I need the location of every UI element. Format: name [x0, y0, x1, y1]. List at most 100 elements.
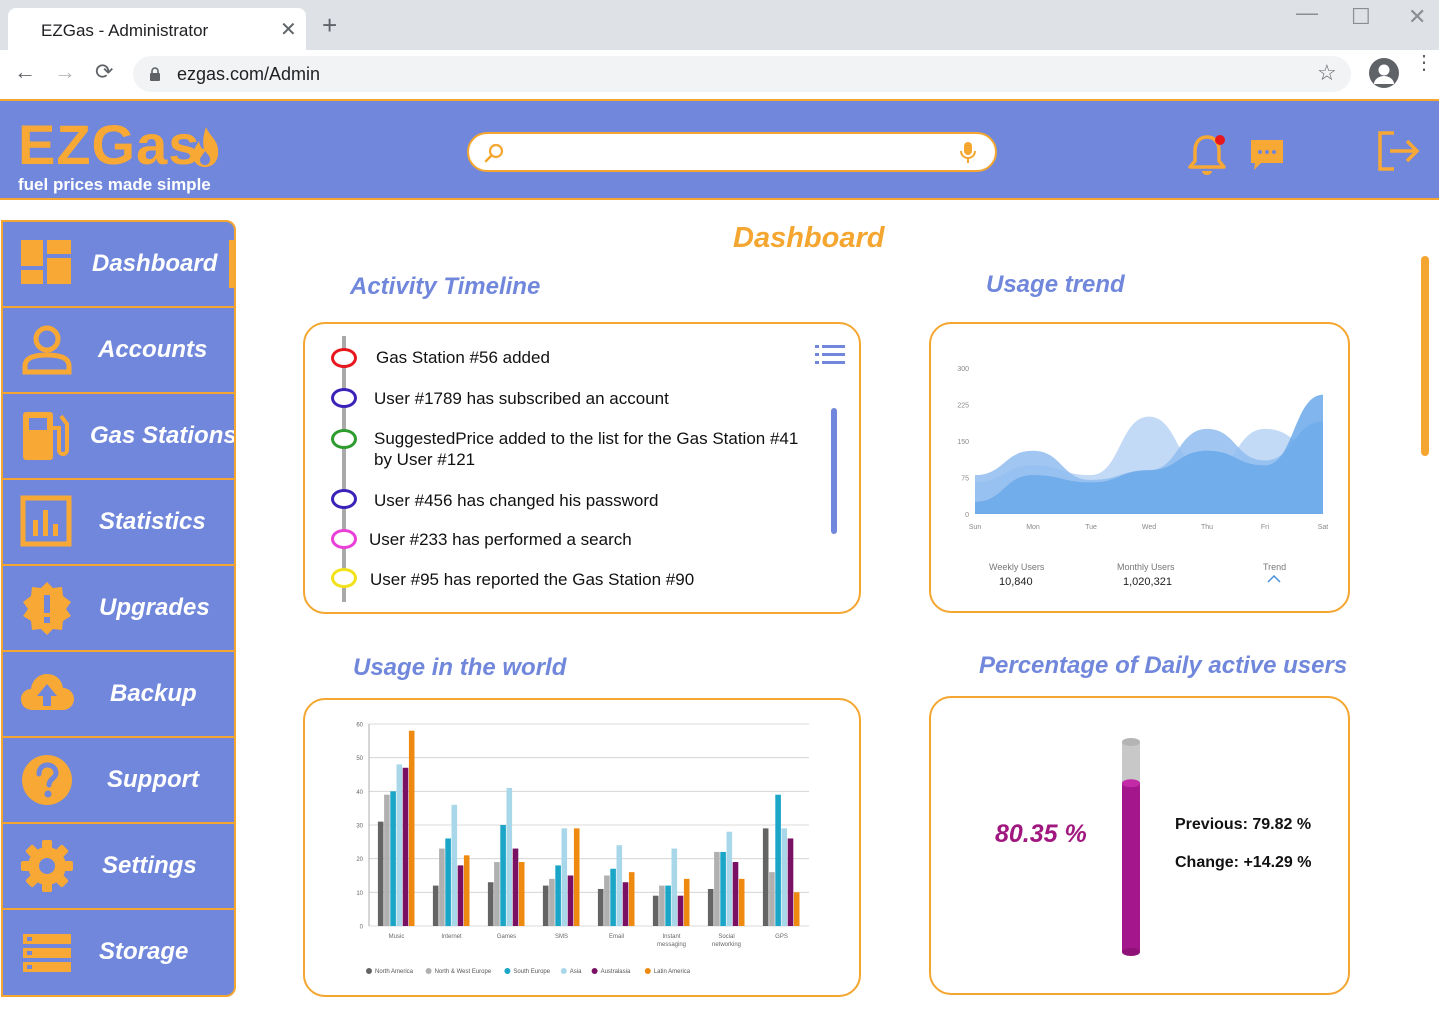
tab-close-icon[interactable]: ✕ — [280, 17, 297, 42]
page-title: Dashboard — [733, 222, 885, 254]
page-scrollbar[interactable] — [1421, 256, 1429, 456]
reload-icon[interactable]: ⟳ — [95, 60, 113, 84]
timeline-dot — [331, 529, 357, 549]
list-menu-icon[interactable] — [815, 344, 845, 366]
active-indicator — [229, 240, 234, 288]
bar — [769, 872, 775, 926]
forward-icon[interactable]: → — [54, 60, 76, 84]
bar — [408, 730, 415, 926]
timeline-dot — [331, 388, 357, 408]
bar — [707, 888, 714, 926]
browser-chrome: EZGas - Administrator ✕ + — ☐ ✕ ← → ⟳ ez… — [0, 0, 1439, 97]
legend-swatch — [366, 968, 372, 974]
dau-change: Change: +14.29 % — [1175, 854, 1312, 871]
legend-swatch — [560, 968, 567, 974]
legend-label: Asia — [570, 969, 582, 975]
sidebar-item-statistics[interactable]: Statistics — [3, 480, 234, 566]
bar — [665, 885, 671, 926]
activity-timeline-card: Gas Station #56 added User #1789 has sub… — [303, 322, 861, 614]
notification-bell-icon[interactable] — [1187, 131, 1229, 177]
user-icon — [22, 325, 72, 375]
minimize-icon[interactable]: — — [1296, 0, 1318, 26]
search-input[interactable] — [519, 140, 949, 166]
bar — [500, 825, 506, 926]
sidebar-item-label: Upgrades — [99, 594, 210, 621]
y-tick-label: 0 — [965, 512, 969, 519]
timeline-dot — [331, 348, 357, 368]
bar — [494, 862, 500, 926]
sidebar-item-label: Backup — [110, 680, 197, 707]
search-bar — [467, 132, 997, 172]
bar — [377, 821, 384, 926]
bar — [671, 848, 678, 926]
sidebar-item-upgrades[interactable]: Upgrades — [3, 566, 234, 652]
sidebar-item-support[interactable]: Support — [3, 738, 234, 824]
x-tick-label: Email — [609, 934, 624, 940]
timeline-item: SuggestedPrice added to the list for the… — [374, 429, 799, 469]
monthly-users-value: 1,020,321 — [1123, 576, 1172, 588]
world-usage-card: 0 10 20 30 40 50 60 Music Internet Games SMS Email I… — [303, 698, 861, 997]
sidebar-item-gas-stations[interactable]: Gas Stations — [3, 394, 234, 480]
bar — [787, 838, 794, 926]
storage-icon — [23, 934, 71, 972]
sidebar-item-storage[interactable]: Storage — [3, 910, 234, 995]
bar — [659, 885, 665, 926]
timeline-dot — [331, 429, 357, 449]
flame-icon — [193, 127, 219, 167]
legend-label: South Europe — [513, 969, 550, 975]
logo[interactable]: EZGas — [18, 115, 200, 175]
browser-tab[interactable]: EZGas - Administrator ✕ — [8, 8, 306, 50]
search-icon[interactable] — [483, 142, 505, 164]
bookmark-star-icon[interactable]: ☆ — [1317, 60, 1337, 86]
y-tick-label: 225 — [957, 403, 969, 410]
browser-menu-icon[interactable]: ⋮ — [1414, 53, 1434, 73]
timeline-item: Gas Station #56 added — [376, 348, 550, 367]
bar — [561, 828, 568, 926]
question-icon — [22, 755, 72, 805]
logo-tagline: fuel prices made simple — [18, 175, 211, 194]
y-tick-label: 50 — [356, 756, 363, 762]
sidebar-item-label: Accounts — [98, 336, 208, 363]
x-tick-label: Sat — [1318, 524, 1329, 531]
dau-card: 80.35 % Previous: 79.82 % Change: +14.29… — [929, 696, 1350, 995]
sidebar: Dashboard Accounts Gas Stations Statisti… — [1, 220, 236, 997]
bar — [652, 895, 659, 926]
bar — [726, 831, 733, 926]
sidebar-item-label: Settings — [102, 852, 197, 879]
chat-icon[interactable] — [1249, 137, 1285, 173]
x-tick-label: networking — [712, 942, 741, 948]
sidebar-item-backup[interactable]: Backup — [3, 652, 234, 738]
dau-percentage: 80.35 % — [995, 820, 1087, 848]
logout-icon[interactable] — [1376, 129, 1422, 173]
timeline-title: Activity Timeline — [350, 273, 541, 300]
timeline-scrollbar[interactable] — [831, 408, 837, 534]
bar — [597, 888, 604, 926]
sidebar-item-label: Storage — [99, 938, 189, 965]
y-tick-label: 75 — [961, 476, 969, 483]
bar — [781, 828, 788, 926]
y-tick-label: 40 — [356, 790, 363, 796]
microphone-icon[interactable] — [959, 141, 977, 165]
bar — [512, 848, 519, 926]
lock-icon — [150, 67, 160, 81]
sidebar-item-accounts[interactable]: Accounts — [3, 308, 234, 394]
monthly-users-label: Monthly Users — [1117, 562, 1175, 572]
y-tick-label: 10 — [356, 891, 363, 897]
x-tick-label: Internet — [441, 934, 462, 940]
bar — [457, 865, 464, 926]
profile-avatar-icon[interactable] — [1369, 58, 1399, 88]
back-icon[interactable]: ← — [14, 60, 36, 84]
sidebar-item-settings[interactable]: Settings — [3, 824, 234, 910]
trend-label: Trend — [1263, 562, 1287, 572]
close-window-icon[interactable]: ✕ — [1408, 4, 1426, 30]
x-tick-label: Fri — [1261, 524, 1270, 531]
bar — [610, 868, 616, 926]
address-bar[interactable]: ezgas.com/Admin ☆ — [133, 56, 1351, 92]
bar — [432, 885, 439, 926]
x-tick-label: SMS — [555, 934, 568, 940]
new-tab-icon[interactable]: + — [322, 12, 337, 38]
maximize-icon[interactable]: ☐ — [1351, 4, 1371, 30]
gear-icon — [21, 840, 73, 892]
sidebar-item-dashboard[interactable]: Dashboard — [3, 222, 234, 308]
tab-strip: EZGas - Administrator ✕ + — ☐ ✕ — [0, 0, 1439, 50]
